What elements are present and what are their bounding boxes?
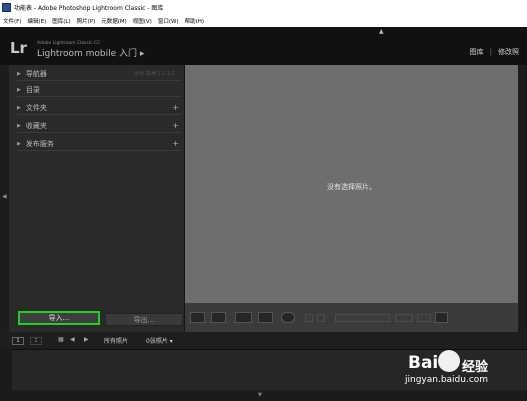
color-label-icon[interactable] <box>417 314 431 322</box>
filmstrip-bar: 1 2 ▦ ◀ ▶ 所有照片 0张照片 ▾ <box>0 332 527 349</box>
expand-triangle-icon: ▶ <box>17 86 21 93</box>
expand-triangle-icon: ▶ <box>17 104 21 111</box>
add-publish-service-icon[interactable]: + <box>172 139 179 148</box>
title-bar: 功能表 - Adobe Photoshop Lightroom Classic … <box>0 0 527 15</box>
forward-arrow-icon[interactable]: ▶ <box>84 336 89 343</box>
people-view-icon[interactable] <box>281 312 295 323</box>
left-panel-toggle-icon[interactable]: ◀ <box>2 193 7 200</box>
compare-view-icon[interactable] <box>235 312 252 323</box>
right-edge-strip <box>518 65 527 332</box>
page-2-button[interactable]: 2 <box>30 337 42 345</box>
baidu-paw-icon <box>438 350 460 372</box>
grid-view-area[interactable]: 没有选择照片。 <box>185 65 518 303</box>
module-develop[interactable]: 修改照 <box>498 47 519 57</box>
identity-plate-bar: Lr Adobe Lightroom Classic CC Lightroom … <box>0 27 527 65</box>
grid-icon[interactable]: ▦ <box>58 336 64 343</box>
toolbar-options-icon[interactable] <box>435 312 448 323</box>
window-title: 功能表 - Adobe Photoshop Lightroom Classic … <box>14 5 164 12</box>
expand-triangle-icon: ▶ <box>17 140 21 147</box>
menu-help[interactable]: 帮助(H) <box>182 17 207 25</box>
filmstrip-source[interactable]: 所有照片 <box>104 336 128 345</box>
library-toolbar <box>185 303 518 332</box>
add-collection-icon[interactable]: + <box>172 121 179 130</box>
module-picker: 图库 | 修改照 <box>470 47 519 57</box>
menu-view[interactable]: 视图(V) <box>130 17 155 25</box>
left-edge-strip: ◀ <box>0 65 9 332</box>
bottom-panel-toggle-icon[interactable]: ▼ <box>258 392 262 398</box>
panel-label: 导航器 <box>25 69 47 78</box>
panel-label: 收藏夹 <box>25 121 47 130</box>
export-button-label: 导出... <box>133 315 155 324</box>
watermark-url: jingyan.baidu.com <box>405 375 489 385</box>
panel-navigator[interactable]: ▶ 导航器 适合 填满 1:1 3:1 <box>17 67 181 81</box>
panel-publish-services[interactable]: ▶ 发布服务 + <box>17 137 181 151</box>
identity-plate[interactable]: Lightroom mobile 入门 ▸ <box>37 46 144 59</box>
watermark-jingyan: 经验 <box>462 360 489 375</box>
add-folder-icon[interactable]: + <box>172 103 179 112</box>
painter-icon[interactable] <box>305 314 313 322</box>
module-separator: | <box>489 48 492 56</box>
menu-window[interactable]: 窗口(W) <box>155 17 182 25</box>
expand-triangle-icon: ▶ <box>17 122 21 129</box>
no-photo-selected-message: 没有选择照片。 <box>327 183 376 191</box>
panel-folders[interactable]: ▶ 文件夹 + <box>17 101 181 115</box>
menu-photo[interactable]: 照片(P) <box>74 17 99 25</box>
export-button[interactable]: 导出... <box>105 313 183 326</box>
expand-triangle-icon: ▶ <box>17 70 21 77</box>
panel-collections[interactable]: ▶ 收藏夹 + <box>17 119 181 133</box>
left-panel: ▶ 导航器 适合 填满 1:1 3:1 ▶ 目录 ▶ 文件夹 + ▶ 收藏夹 +… <box>9 65 185 332</box>
panel-catalog[interactable]: ▶ 目录 <box>17 83 181 97</box>
flag-icon[interactable] <box>317 314 325 322</box>
menu-edit[interactable]: 编辑(E) <box>24 17 49 25</box>
lightroom-logo: Lr <box>10 39 27 57</box>
page-1-button[interactable]: 1 <box>12 337 24 345</box>
module-library[interactable]: 图库 <box>470 47 484 57</box>
grid-view-icon[interactable] <box>190 312 205 323</box>
rotate-icon[interactable] <box>395 314 413 322</box>
menu-metadata[interactable]: 元数据(M) <box>98 17 130 25</box>
back-arrow-icon[interactable]: ◀ <box>70 336 75 343</box>
photo-count[interactable]: 0张照片 ▾ <box>146 336 173 345</box>
panel-label: 发布服务 <box>25 139 54 148</box>
loupe-view-icon[interactable] <box>211 312 226 323</box>
app-icon <box>2 3 11 12</box>
import-button-label: 导入... <box>48 314 70 322</box>
star-rating-icon[interactable] <box>335 314 390 322</box>
top-panel-toggle-icon[interactable]: ▲ <box>379 28 384 35</box>
menu-file[interactable]: 文件(F) <box>0 17 24 25</box>
panel-label: 目录 <box>25 85 40 94</box>
watermark-brand: Bai <box>408 353 439 373</box>
survey-view-icon[interactable] <box>258 312 273 323</box>
navigator-zoom-options[interactable]: 适合 填满 1:1 3:1 <box>134 70 175 77</box>
panel-label: 文件夹 <box>25 103 47 112</box>
import-button[interactable]: 导入... <box>18 311 100 325</box>
menu-library[interactable]: 图库(L) <box>49 17 73 25</box>
